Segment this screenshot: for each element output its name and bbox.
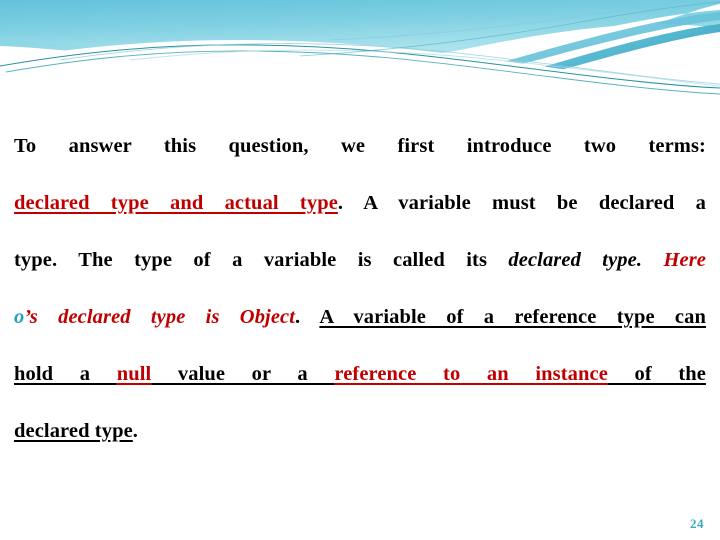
line3-segment-1: type. The type of a variable is called i… xyxy=(14,249,509,271)
line4-segment-3: . xyxy=(295,306,320,328)
line4-variable-o: o xyxy=(14,306,25,328)
banner-stroke-line-6 xyxy=(299,1,720,57)
text-line-2: declared type and actual type. A variabl… xyxy=(14,175,706,232)
banner-wave-upper xyxy=(0,0,720,60)
presentation-slide: To answer this question, we first introd… xyxy=(0,0,720,540)
line5-highlight-reference-to-an-instance: reference to an instance xyxy=(334,363,608,385)
slide-page-number: 24 xyxy=(690,516,704,531)
line2-segment-2: . A variable must be declared a xyxy=(337,192,707,214)
text-line-5: hold a null value or a reference to an i… xyxy=(14,346,706,403)
banner-stroke-line-1 xyxy=(0,44,720,89)
banner-stroke-line-4 xyxy=(129,49,720,87)
text-line-4: o’s declared type is Object. A variable … xyxy=(14,289,706,346)
line4-highlight-declared-type-object: ’s declared type is Object xyxy=(24,306,296,328)
line1-segment-1: To answer this question, we first introd… xyxy=(14,135,706,157)
line5-segment-1: hold a xyxy=(14,363,117,385)
slide-body-text: To answer this question, we first introd… xyxy=(14,118,706,460)
banner-stroke-line-3 xyxy=(59,43,720,85)
text-line-3: type. The type of a variable is called i… xyxy=(14,232,706,289)
line3-highlight-here: Here xyxy=(642,249,706,271)
banner-wave-main xyxy=(0,0,720,66)
line6-period: . xyxy=(132,420,139,442)
wave-banner-svg xyxy=(0,0,720,110)
line4-underlined-clause: A variable of a reference type can xyxy=(319,306,706,328)
banner-wave-white-gap xyxy=(270,4,720,91)
text-line-1: To answer this question, we first introd… xyxy=(14,118,706,175)
banner-background xyxy=(0,0,720,110)
line5-keyword-null: null xyxy=(116,363,152,385)
wave-banner-graphic xyxy=(0,0,720,110)
banner-stroke-line-5 xyxy=(329,0,720,41)
banner-stroke-line-2 xyxy=(5,50,720,95)
text-line-6: declared type. xyxy=(14,403,706,460)
line5-segment-5: of the xyxy=(607,363,706,385)
line2-term-declared-actual-type: declared type and actual type xyxy=(14,192,338,214)
line5-segment-3: value or a xyxy=(151,363,335,385)
line6-underlined-declared-type: declared type xyxy=(14,420,133,442)
banner-wave-ribbon-a xyxy=(320,12,720,91)
banner-lower-mask xyxy=(0,40,720,110)
banner-wave-ribbon-b xyxy=(390,24,720,95)
line3-emphasis-declared-type: declared type. xyxy=(508,249,643,271)
